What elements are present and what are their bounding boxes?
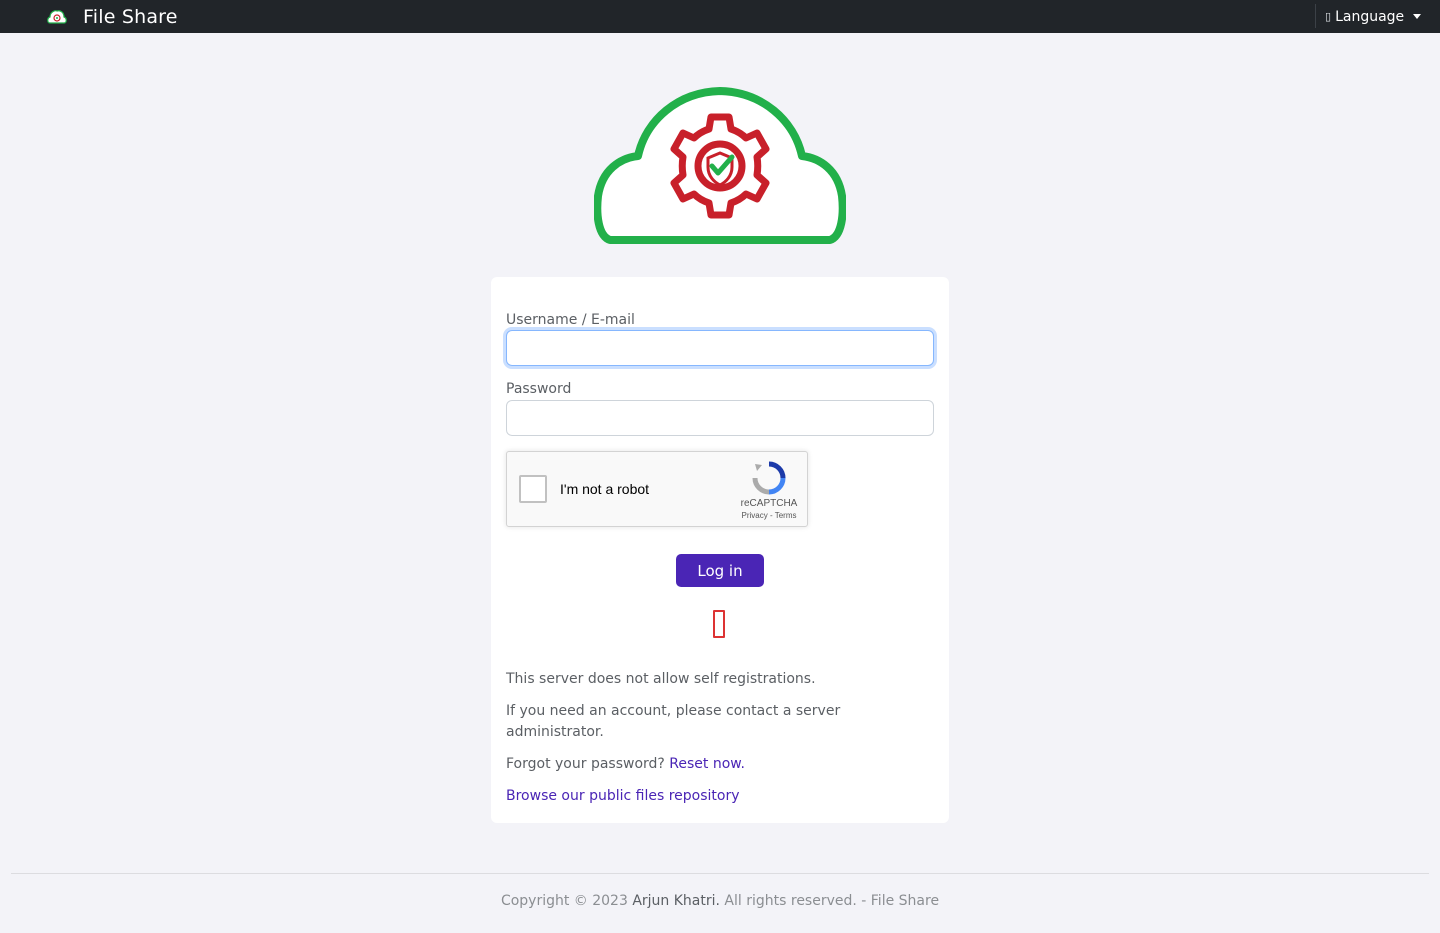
cloud-gear-shield-icon (594, 87, 846, 244)
browse-public-files: Browse our public files repository (506, 786, 926, 807)
copyright-prefix: Copyright © 2023 (500, 893, 633, 909)
username-label: Username / E-mail (506, 312, 635, 328)
footer-divider (11, 873, 1429, 874)
footer: Copyright © 2023 Arjun Khatri. All right… (0, 893, 1440, 909)
login-card: Username / E-mail Password I'm not a rob… (491, 277, 949, 823)
browse-public-files-link[interactable]: Browse our public files repository (506, 788, 740, 804)
recaptcha-icon (752, 461, 786, 495)
reset-password-link[interactable]: Reset now. (669, 756, 745, 772)
globe-icon: ▯ (1325, 10, 1332, 23)
contact-admin-text: If you need an account, please contact a… (506, 703, 841, 740)
language-dropdown[interactable]: ▯ Language (1325, 0, 1422, 33)
recaptcha-links: Privacy - Terms (729, 511, 809, 520)
recaptcha-widget: I'm not a robot reCAPTCHA Privacy - Term… (506, 451, 808, 527)
forgot-password-text: Forgot your password? Reset now. (506, 754, 926, 775)
caret-down-icon (1413, 14, 1422, 19)
recaptcha-terms-link[interactable]: Terms (775, 511, 797, 520)
cloud-gear-shield-icon (47, 9, 67, 24)
password-label: Password (506, 381, 572, 397)
error-icon (713, 610, 725, 638)
recaptcha-separator: - (767, 511, 775, 520)
language-label: Language (1335, 8, 1405, 25)
recaptcha-brand: reCAPTCHA (740, 498, 798, 509)
no-registration-text: This server does not allow self registra… (506, 671, 816, 687)
recaptcha-label: I'm not a robot (560, 481, 650, 497)
top-navbar: File Share ▯ Language (0, 0, 1440, 33)
brand-name: File Share (83, 5, 178, 28)
recaptcha-privacy-link[interactable]: Privacy (742, 511, 768, 520)
copyright-suffix: All rights reserved. - File Share (719, 893, 940, 909)
forgot-password-prefix: Forgot your password? (506, 756, 670, 772)
username-input[interactable] (506, 330, 934, 366)
nav-divider (1315, 4, 1316, 28)
recaptcha-checkbox[interactable] (519, 475, 547, 503)
login-button[interactable]: Log in (676, 554, 764, 587)
brand-link[interactable]: File Share (46, 0, 178, 33)
footer-author: Arjun Khatri. (632, 893, 720, 909)
password-input[interactable] (506, 400, 934, 436)
